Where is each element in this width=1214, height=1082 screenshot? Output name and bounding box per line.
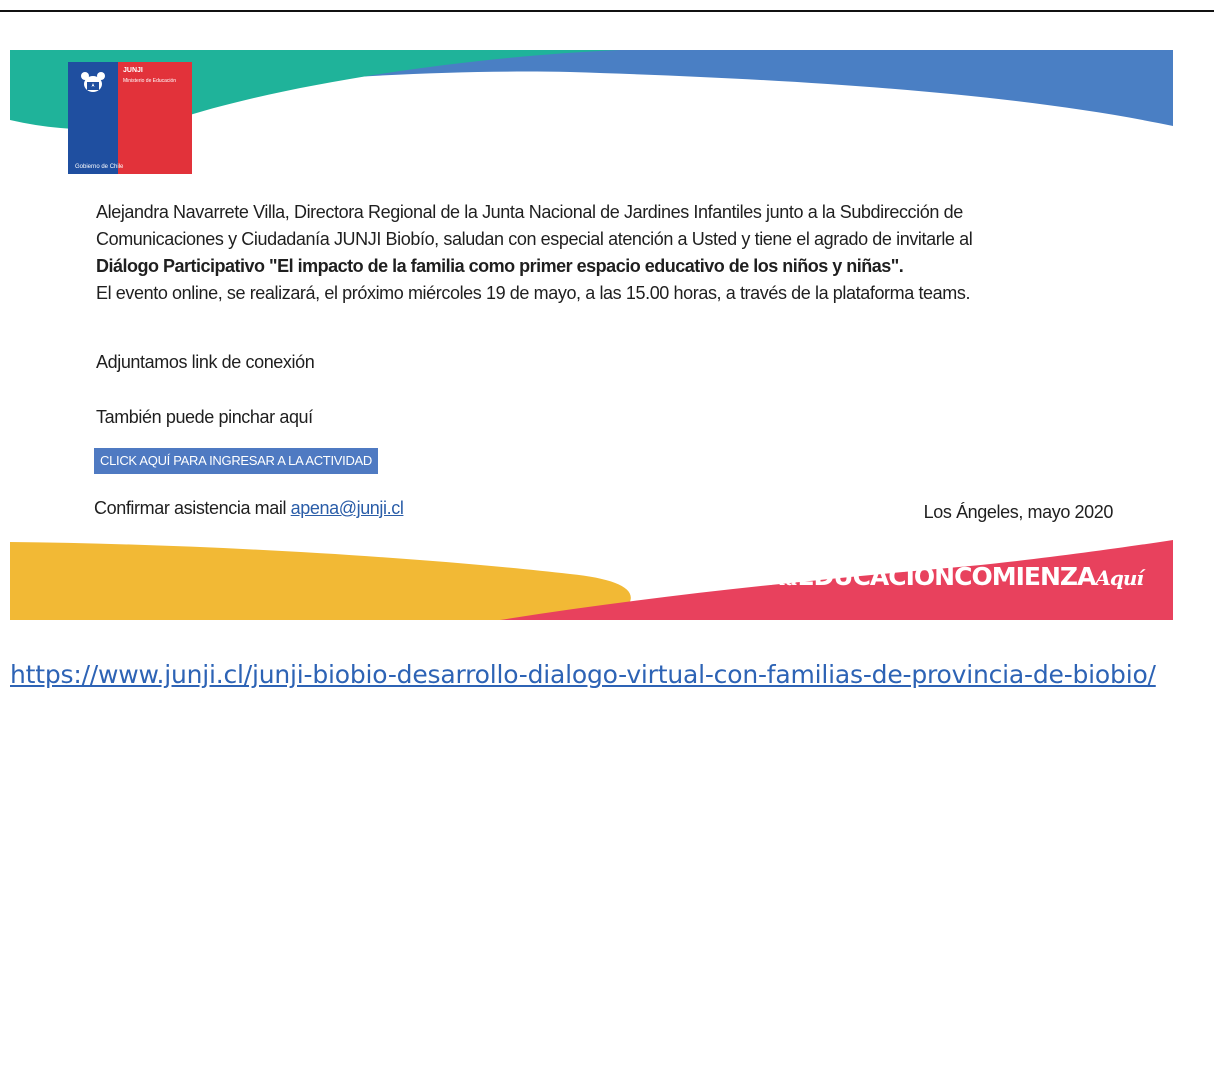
attachment-note: Adjuntamos link de conexión [96,352,315,372]
confirm-label: Confirmar asistencia mail [94,498,287,518]
confirm-email-link[interactable]: apena@junji.cl [291,498,404,518]
logo-government-text: Gobierno de Chile [75,164,124,170]
invitation-body: Alejandra Navarrete Villa, Directora Reg… [96,199,1156,307]
hashtag-aqui: Aquí [1095,566,1144,590]
campaign-hashtag: #laEDUCACIÓNCOMIENZAAquí [758,562,1144,591]
junji-logo: JUNJI Ministerio de Educación Gobierno d… [68,62,192,174]
hashtag-symbol: # [758,562,780,591]
join-activity-button[interactable]: CLICK AQUÍ PARA INGRESAR A LA ACTIVIDAD [94,448,378,474]
confirm-attendance: Confirmar asistencia mail apena@junji.cl [94,498,404,519]
logo-red-panel: JUNJI Ministerio de Educación Gobierno d… [75,62,192,174]
logo-blue-panel [68,62,118,174]
also-click-note: También puede pinchar aquí [96,407,313,427]
event-title: Diálogo Participativo "El impacto de la … [96,256,904,276]
top-divider [0,10,1214,12]
invitation-line-1: Alejandra Navarrete Villa, Directora Reg… [96,202,963,222]
place-date: Los Ángeles, mayo 2020 [923,502,1114,522]
invitation-line-2: Comunicaciones y Ciudadanía JUNJI Biobío… [96,229,973,249]
invitation-card: JUNJI Ministerio de Educación Gobierno d… [10,50,1173,620]
hashtag-main: EDUCACIÓNCOMIENZA [797,562,1096,591]
coat-of-arms-icon [81,72,105,92]
event-details: El evento online, se realizará, el próxi… [96,283,971,303]
logo-brand-text: JUNJI [123,67,143,74]
hashtag-la: la [778,566,799,590]
logo-ministry-text: Ministerio de Educación [123,78,177,84]
news-article-link[interactable]: https://www.junji.cl/junji-biobio-desarr… [10,660,1190,690]
